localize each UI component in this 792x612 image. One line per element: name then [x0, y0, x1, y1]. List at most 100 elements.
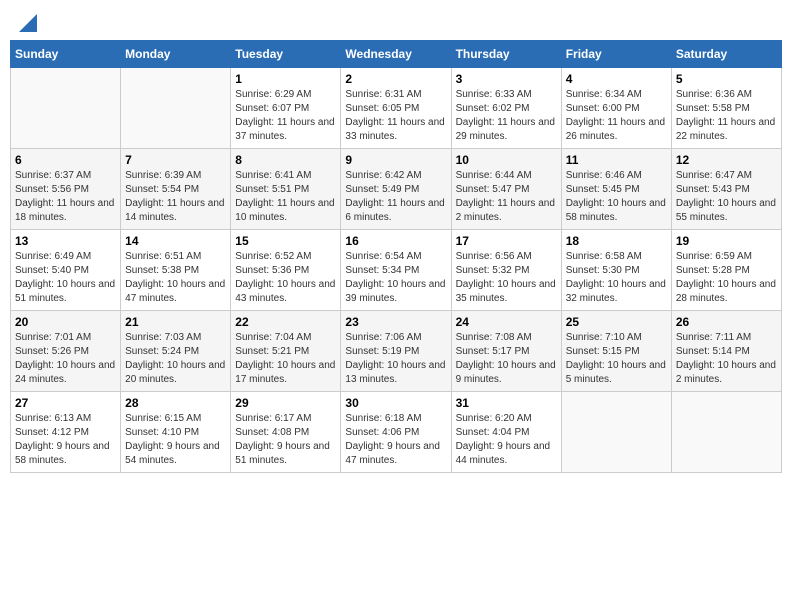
- day-number: 13: [15, 234, 116, 248]
- day-info: Sunrise: 7:04 AMSunset: 5:21 PMDaylight:…: [235, 331, 336, 387]
- calendar-week-row: 13 Sunrise: 6:49 AMSunset: 5:40 PMDayligh…: [11, 230, 782, 311]
- calendar-day-cell: 20Sunrise: 7:01 AMSunset: 5:26 PMDayligh…: [11, 311, 121, 392]
- day-number: 22: [235, 315, 336, 329]
- calendar-day-cell: 22 Sunrise: 7:04 AMSunset: 5:21 PMDayligh…: [231, 311, 341, 392]
- day-info: Sunrise: 6:44 AMSunset: 5:47 PMDaylight:…: [456, 169, 557, 225]
- day-info: Sunrise: 7:03 AMSunset: 5:24 PMDaylight:…: [125, 331, 226, 387]
- logo-triangle-icon: [19, 14, 37, 32]
- calendar-day-cell: 10 Sunrise: 6:44 AMSunset: 5:47 PMDayligh…: [451, 149, 561, 230]
- logo: [18, 14, 38, 28]
- day-number: 10: [456, 153, 557, 167]
- calendar-day-cell: 8Sunrise: 6:41 AMSunset: 5:51 PMDaylight…: [231, 149, 341, 230]
- day-number: 5: [676, 72, 777, 86]
- day-of-week-header: Sunday: [11, 41, 121, 68]
- calendar-week-row: 1 Sunrise: 6:29 AMSunset: 6:07 PMDaylight…: [11, 68, 782, 149]
- day-info: Sunrise: 6:36 AMSunset: 5:58 PMDaylight:…: [676, 88, 777, 144]
- page-header: [10, 10, 782, 32]
- day-info: Sunrise: 6:31 AMSunset: 6:05 PMDaylight:…: [345, 88, 446, 144]
- day-number: 12: [676, 153, 777, 167]
- day-info: Sunrise: 6:46 AMSunset: 5:45 PMDaylight:…: [566, 169, 667, 225]
- calendar-day-cell: 24Sunrise: 7:08 AMSunset: 5:17 PMDayligh…: [451, 311, 561, 392]
- day-info: Sunrise: 6:47 AMSunset: 5:43 PMDaylight:…: [676, 169, 777, 225]
- calendar-day-cell: 14 Sunrise: 6:51 AMSunset: 5:38 PMDayligh…: [121, 230, 231, 311]
- calendar-day-cell: 2 Sunrise: 6:31 AMSunset: 6:05 PMDaylight…: [341, 68, 451, 149]
- calendar-day-cell: 11 Sunrise: 6:46 AMSunset: 5:45 PMDayligh…: [561, 149, 671, 230]
- calendar-day-cell: 23 Sunrise: 7:06 AMSunset: 5:19 PMDayligh…: [341, 311, 451, 392]
- day-of-week-header: Tuesday: [231, 41, 341, 68]
- calendar-day-cell: [561, 392, 671, 473]
- day-number: 14: [125, 234, 226, 248]
- day-info: Sunrise: 6:37 AMSunset: 5:56 PMDaylight:…: [15, 169, 116, 225]
- calendar-week-row: 20Sunrise: 7:01 AMSunset: 5:26 PMDayligh…: [11, 311, 782, 392]
- day-of-week-header: Wednesday: [341, 41, 451, 68]
- day-number: 30: [345, 396, 446, 410]
- day-info: Sunrise: 6:51 AMSunset: 5:38 PMDaylight:…: [125, 250, 226, 306]
- day-number: 15: [235, 234, 336, 248]
- day-number: 19: [676, 234, 777, 248]
- calendar-day-cell: 16 Sunrise: 6:54 AMSunset: 5:34 PMDayligh…: [341, 230, 451, 311]
- day-info: Sunrise: 6:54 AMSunset: 5:34 PMDaylight:…: [345, 250, 446, 306]
- day-number: 23: [345, 315, 446, 329]
- day-number: 9: [345, 153, 446, 167]
- day-info: Sunrise: 7:06 AMSunset: 5:19 PMDaylight:…: [345, 331, 446, 387]
- calendar-day-cell: 6 Sunrise: 6:37 AMSunset: 5:56 PMDaylight…: [11, 149, 121, 230]
- calendar-day-cell: 13 Sunrise: 6:49 AMSunset: 5:40 PMDayligh…: [11, 230, 121, 311]
- day-number: 20: [15, 315, 116, 329]
- calendar-day-cell: 31 Sunrise: 6:20 AMSunset: 4:04 PMDayligh…: [451, 392, 561, 473]
- calendar-week-row: 27Sunrise: 6:13 AMSunset: 4:12 PMDayligh…: [11, 392, 782, 473]
- day-number: 7: [125, 153, 226, 167]
- day-number: 2: [345, 72, 446, 86]
- day-number: 3: [456, 72, 557, 86]
- day-number: 1: [235, 72, 336, 86]
- day-info: Sunrise: 6:29 AMSunset: 6:07 PMDaylight:…: [235, 88, 336, 144]
- day-number: 16: [345, 234, 446, 248]
- day-info: Sunrise: 7:08 AMSunset: 5:17 PMDaylight:…: [456, 331, 557, 387]
- day-number: 21: [125, 315, 226, 329]
- day-number: 17: [456, 234, 557, 248]
- day-info: Sunrise: 6:52 AMSunset: 5:36 PMDaylight:…: [235, 250, 336, 306]
- day-number: 26: [676, 315, 777, 329]
- day-number: 27: [15, 396, 116, 410]
- calendar-day-cell: 25Sunrise: 7:10 AMSunset: 5:15 PMDayligh…: [561, 311, 671, 392]
- day-number: 18: [566, 234, 667, 248]
- calendar-day-cell: 12 Sunrise: 6:47 AMSunset: 5:43 PMDayligh…: [671, 149, 781, 230]
- day-of-week-header: Thursday: [451, 41, 561, 68]
- calendar-day-cell: 21 Sunrise: 7:03 AMSunset: 5:24 PMDayligh…: [121, 311, 231, 392]
- day-number: 31: [456, 396, 557, 410]
- day-of-week-header: Saturday: [671, 41, 781, 68]
- calendar-day-cell: 7 Sunrise: 6:39 AMSunset: 5:54 PMDaylight…: [121, 149, 231, 230]
- calendar-day-cell: 18 Sunrise: 6:58 AMSunset: 5:30 PMDayligh…: [561, 230, 671, 311]
- calendar-day-cell: [671, 392, 781, 473]
- calendar-day-cell: 4Sunrise: 6:34 AMSunset: 6:00 PMDaylight…: [561, 68, 671, 149]
- calendar-day-cell: [11, 68, 121, 149]
- day-info: Sunrise: 6:39 AMSunset: 5:54 PMDaylight:…: [125, 169, 226, 225]
- day-number: 6: [15, 153, 116, 167]
- calendar-day-cell: 28Sunrise: 6:15 AMSunset: 4:10 PMDayligh…: [121, 392, 231, 473]
- day-info: Sunrise: 6:58 AMSunset: 5:30 PMDaylight:…: [566, 250, 667, 306]
- day-info: Sunrise: 6:17 AMSunset: 4:08 PMDaylight:…: [235, 412, 336, 468]
- day-info: Sunrise: 6:59 AMSunset: 5:28 PMDaylight:…: [676, 250, 777, 306]
- calendar-day-cell: 17Sunrise: 6:56 AMSunset: 5:32 PMDayligh…: [451, 230, 561, 311]
- calendar-day-cell: 19 Sunrise: 6:59 AMSunset: 5:28 PMDayligh…: [671, 230, 781, 311]
- day-info: Sunrise: 6:15 AMSunset: 4:10 PMDaylight:…: [125, 412, 226, 468]
- calendar-day-cell: 27Sunrise: 6:13 AMSunset: 4:12 PMDayligh…: [11, 392, 121, 473]
- day-of-week-header: Friday: [561, 41, 671, 68]
- calendar-table: SundayMondayTuesdayWednesdayThursdayFrid…: [10, 40, 782, 473]
- day-info: Sunrise: 6:34 AMSunset: 6:00 PMDaylight:…: [566, 88, 667, 144]
- calendar-day-cell: 30 Sunrise: 6:18 AMSunset: 4:06 PMDayligh…: [341, 392, 451, 473]
- day-info: Sunrise: 6:18 AMSunset: 4:06 PMDaylight:…: [345, 412, 446, 468]
- day-info: Sunrise: 6:42 AMSunset: 5:49 PMDaylight:…: [345, 169, 446, 225]
- day-info: Sunrise: 6:49 AMSunset: 5:40 PMDaylight:…: [15, 250, 116, 306]
- day-info: Sunrise: 6:33 AMSunset: 6:02 PMDaylight:…: [456, 88, 557, 144]
- calendar-day-cell: 1 Sunrise: 6:29 AMSunset: 6:07 PMDaylight…: [231, 68, 341, 149]
- calendar-day-cell: 15 Sunrise: 6:52 AMSunset: 5:36 PMDayligh…: [231, 230, 341, 311]
- day-info: Sunrise: 7:10 AMSunset: 5:15 PMDaylight:…: [566, 331, 667, 387]
- day-of-week-header: Monday: [121, 41, 231, 68]
- calendar-day-cell: 5 Sunrise: 6:36 AMSunset: 5:58 PMDaylight…: [671, 68, 781, 149]
- day-number: 11: [566, 153, 667, 167]
- day-info: Sunrise: 7:11 AMSunset: 5:14 PMDaylight:…: [676, 331, 777, 387]
- day-info: Sunrise: 6:20 AMSunset: 4:04 PMDaylight:…: [456, 412, 557, 468]
- calendar-day-cell: 29 Sunrise: 6:17 AMSunset: 4:08 PMDayligh…: [231, 392, 341, 473]
- calendar-week-row: 6 Sunrise: 6:37 AMSunset: 5:56 PMDaylight…: [11, 149, 782, 230]
- day-number: 29: [235, 396, 336, 410]
